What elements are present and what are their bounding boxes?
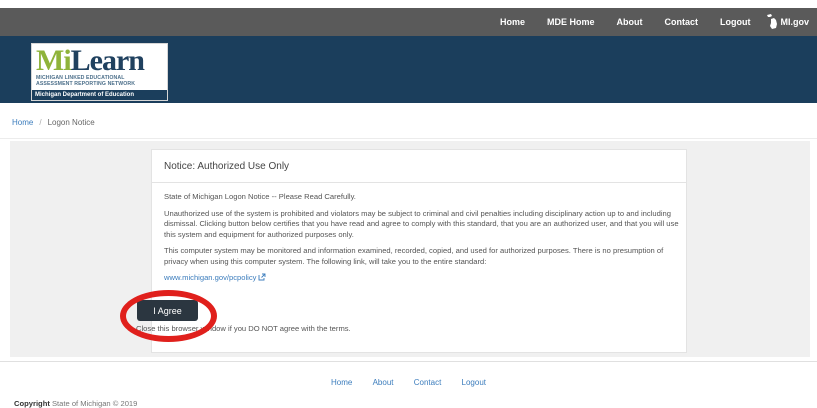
- copyright-notice: Copyright State of Michigan © 2019: [14, 399, 138, 408]
- notice-monitoring-text: This computer system may be monitored an…: [164, 246, 664, 266]
- nav-home-link[interactable]: Home: [500, 17, 525, 27]
- logo-department: Michigan Department of Education: [32, 90, 167, 100]
- breadcrumb-current: Logon Notice: [47, 118, 95, 127]
- external-link-icon: [258, 273, 266, 281]
- nav-contact-link[interactable]: Contact: [665, 17, 699, 27]
- site-banner: MiLearn MICHIGAN LINKED EDUCATIONAL ASSE…: [0, 36, 817, 103]
- content-area: Notice: Authorized Use Only State of Mic…: [10, 141, 810, 357]
- logo-wordmark: MiLearn: [36, 44, 145, 77]
- logo-subtitle: MICHIGAN LINKED EDUCATIONAL ASSESSMENT R…: [36, 75, 136, 87]
- notice-unauthorized-text: Unauthorized use of the system is prohib…: [164, 208, 679, 239]
- footer-about-link[interactable]: About: [373, 378, 394, 387]
- migov-link[interactable]: MI.gov: [765, 14, 810, 30]
- footer-logout-link[interactable]: Logout: [462, 378, 486, 387]
- notice-panel: Notice: Authorized Use Only State of Mic…: [151, 149, 687, 353]
- nav-logout-link[interactable]: Logout: [720, 17, 751, 27]
- migov-label: MI.gov: [780, 17, 810, 27]
- top-nav-links: Home MDE Home About Contact Logout MI.go…: [500, 8, 817, 36]
- footer-nav: Home About Contact Logout: [0, 378, 817, 387]
- top-navigation-bar: Home MDE Home About Contact Logout MI.go…: [0, 8, 817, 36]
- close-window-note: Close this browser window if you DO NOT …: [136, 324, 351, 333]
- footer-home-link[interactable]: Home: [331, 378, 352, 387]
- breadcrumb-divider: [0, 138, 817, 139]
- breadcrumb: Home / Logon Notice: [12, 118, 95, 127]
- notice-body: State of Michigan Logon Notice -- Please…: [164, 192, 679, 290]
- footer-contact-link[interactable]: Contact: [414, 378, 442, 387]
- pcpolicy-link[interactable]: www.michigan.gov/pcpolicy: [164, 273, 256, 282]
- i-agree-button[interactable]: I Agree: [137, 300, 198, 321]
- nav-mde-home-link[interactable]: MDE Home: [547, 17, 595, 27]
- breadcrumb-home-link[interactable]: Home: [12, 118, 33, 127]
- notice-intro: State of Michigan Logon Notice -- Please…: [164, 192, 356, 201]
- michigan-map-icon: [766, 14, 777, 29]
- notice-title: Notice: Authorized Use Only: [152, 150, 686, 183]
- nav-about-link[interactable]: About: [617, 17, 643, 27]
- milearn-logo[interactable]: MiLearn MICHIGAN LINKED EDUCATIONAL ASSE…: [31, 43, 168, 101]
- breadcrumb-separator: /: [39, 118, 42, 127]
- footer-divider: [0, 361, 817, 362]
